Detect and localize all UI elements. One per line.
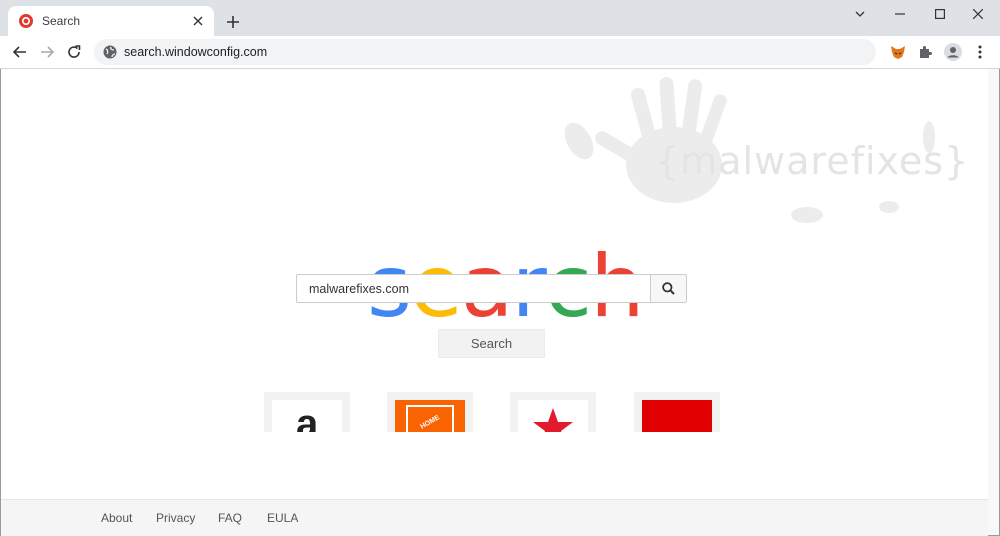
tab-search-dropdown-chevron-icon[interactable] [840,0,880,28]
search-submit-icon-button[interactable] [650,274,687,303]
search-favicon-icon [18,13,34,29]
globe-icon[interactable] [102,44,118,60]
tile-amazon[interactable]: a [264,392,350,432]
macys-star-icon [518,400,588,432]
fox-extension-icon[interactable] [887,41,909,63]
browser-toolbar: search.windowconfig.com [0,36,1000,69]
tab-title: Search [42,14,81,28]
minimize-icon[interactable] [880,0,920,28]
magnifier-icon [662,282,675,295]
footer-link-privacy[interactable]: Privacy [156,511,195,525]
forward-arrow-icon[interactable] [35,40,59,64]
amazon-logo-icon: a [272,400,342,432]
svg-text:HOME: HOME [419,414,441,431]
close-icon[interactable] [188,11,208,31]
search-input[interactable] [307,280,641,297]
url-text[interactable]: search.windowconfig.com [124,45,267,59]
footer-link-eula[interactable]: EULA [267,511,298,525]
tile-macys[interactable] [510,392,596,432]
page-scrollbar[interactable] [988,69,999,535]
new-tab-plus-icon[interactable] [222,11,244,33]
maximize-icon[interactable] [920,0,960,28]
tab-strip: Search [0,0,1000,36]
profile-avatar-icon[interactable] [942,41,964,63]
tab-search[interactable]: Search [8,6,214,36]
red-brand-logo-icon [642,400,712,432]
footer-link-about[interactable]: About [101,511,132,525]
search-button[interactable]: Search [438,329,545,358]
tile-the-home-depot[interactable]: HOME [387,392,473,432]
window-close-icon[interactable] [958,0,998,28]
footer-link-faq[interactable]: FAQ [218,511,242,525]
page-footer: About Privacy FAQ EULA [1,499,988,536]
kebab-menu-icon[interactable] [969,41,991,63]
malwarefixes-watermark: {malwarefixes} [549,77,968,227]
puzzle-extensions-icon[interactable] [914,41,936,63]
tile-red-brand[interactable] [634,392,720,432]
address-bar[interactable]: search.windowconfig.com [94,39,876,65]
watermark-text: {malwarefixes} [655,139,970,183]
home-depot-logo-icon: HOME [395,400,465,432]
search-input-box[interactable] [296,274,651,303]
back-arrow-icon[interactable] [8,40,32,64]
reload-icon[interactable] [62,40,86,64]
